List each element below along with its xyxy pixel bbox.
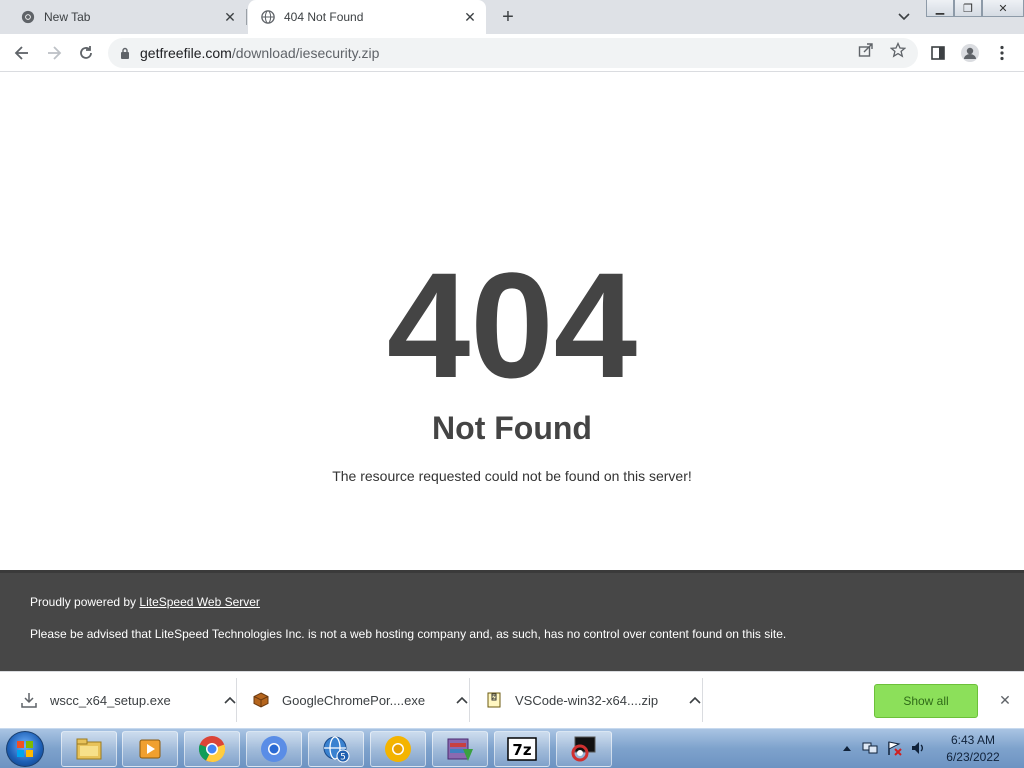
menu-kebab-icon[interactable] — [990, 41, 1014, 65]
powered-by-text: Proudly powered by — [30, 595, 140, 609]
url-text: getfreefile.com/download/iesecurity.zip — [140, 45, 379, 61]
taskbar-winrar[interactable] — [432, 731, 488, 767]
tab-divider — [246, 9, 247, 25]
chrome-icon — [198, 736, 226, 763]
profile-avatar-icon[interactable] — [958, 41, 982, 65]
download-item[interactable]: Z VSCode-win32-x64....zip — [485, 678, 705, 722]
taskbar-chrome-canary[interactable] — [370, 731, 426, 767]
download-shelf: wscc_x64_setup.exe GoogleChromePor....ex… — [0, 671, 1024, 728]
url-path: /download/iesecurity.zip — [231, 45, 380, 61]
error-code: 404 — [386, 241, 638, 409]
clock-time: 6:43 AM — [950, 733, 996, 747]
taskbar-media-player[interactable] — [122, 731, 178, 767]
download-item[interactable]: wscc_x64_setup.exe — [20, 678, 240, 722]
shelf-divider — [702, 678, 703, 722]
archive-icon: Z — [485, 691, 503, 709]
error-description: The resource requested could not be foun… — [332, 468, 692, 484]
taskbar-remote-desktop[interactable] — [556, 731, 612, 767]
tab-title: 404 Not Found — [284, 10, 364, 24]
url-host: getfreefile.com — [140, 45, 232, 61]
browser-toolbar: getfreefile.com/download/iesecurity.zip — [0, 34, 1024, 72]
error-title: Not Found — [432, 410, 592, 446]
close-icon[interactable]: ✕ — [220, 7, 240, 27]
download-icon — [20, 691, 38, 709]
taskbar-file-explorer[interactable] — [61, 731, 117, 767]
clock-date: 6/23/2022 — [946, 750, 1000, 764]
litespeed-link[interactable]: LiteSpeed Web Server — [139, 595, 260, 609]
taskbar-network-tool[interactable]: 5 — [308, 731, 364, 767]
close-icon[interactable]: ✕ — [996, 688, 1014, 712]
site-footer: Proudly powered by LiteSpeed Web Server … — [0, 570, 1024, 671]
tab-404-not-found[interactable]: 404 Not Found ✕ — [248, 0, 486, 34]
tab-title: New Tab — [44, 10, 91, 24]
shelf-divider — [236, 678, 237, 722]
windows-taskbar: 5 7z 6:43 AM 6/23/2022 — [0, 728, 1024, 768]
side-panel-icon[interactable] — [926, 41, 950, 65]
bookmark-star-icon[interactable] — [889, 41, 907, 59]
back-button[interactable] — [10, 41, 34, 65]
chromium-icon — [261, 736, 287, 762]
restore-button[interactable]: ❐ — [954, 0, 982, 17]
reload-button[interactable] — [74, 41, 98, 65]
taskbar-chrome[interactable] — [184, 731, 240, 767]
window-close-button[interactable]: ✕ — [982, 0, 1024, 17]
network-status-icon[interactable] — [862, 740, 878, 759]
package-icon — [252, 691, 270, 709]
volume-icon[interactable] — [910, 740, 926, 759]
remote-desktop-icon — [571, 736, 596, 762]
7zip-icon: 7z — [507, 737, 537, 761]
svg-text:Z: Z — [492, 695, 496, 701]
shelf-divider — [469, 678, 470, 722]
download-filename: wscc_x64_setup.exe — [50, 692, 171, 708]
address-bar[interactable]: getfreefile.com/download/iesecurity.zip — [108, 38, 918, 68]
chevron-down-icon[interactable] — [894, 7, 914, 27]
powered-by-line: Proudly powered by LiteSpeed Web Server — [30, 595, 260, 609]
minimize-button[interactable]: ▁ — [926, 0, 954, 17]
tab-new-tab[interactable]: New Tab ✕ — [8, 0, 246, 34]
download-filename: VSCode-win32-x64....zip — [515, 692, 659, 708]
download-filename: GoogleChromePor....exe — [282, 692, 426, 708]
chrome-canary-icon — [385, 736, 411, 762]
system-tray — [842, 729, 926, 768]
tab-strip: New Tab ✕ 404 Not Found ✕ + ▁ ❐ ✕ — [0, 0, 1024, 34]
network-globe-icon: 5 — [323, 736, 350, 763]
svg-text:5: 5 — [340, 753, 346, 763]
action-center-flag-icon[interactable] — [886, 740, 902, 759]
show-all-button[interactable]: Show all — [874, 684, 978, 718]
taskbar-chromium[interactable] — [246, 731, 302, 767]
share-icon[interactable] — [857, 41, 875, 59]
system-clock[interactable]: 6:43 AM 6/23/2022 — [938, 732, 1008, 766]
download-item[interactable]: GoogleChromePor....exe — [252, 678, 472, 722]
window-controls: ▁ ❐ ✕ — [926, 0, 1024, 18]
lock-icon[interactable] — [120, 47, 130, 59]
windows-logo-icon — [17, 741, 33, 757]
new-tab-button[interactable]: + — [496, 5, 520, 29]
media-player-icon — [139, 739, 161, 759]
globe-icon — [260, 9, 276, 25]
show-hidden-icons-icon[interactable] — [842, 743, 852, 755]
file-explorer-icon — [76, 738, 102, 760]
chrome-logo-icon — [20, 9, 36, 25]
chevron-up-icon[interactable] — [220, 696, 240, 704]
winrar-icon — [447, 738, 473, 761]
page-content: 404 Not Found The resource requested cou… — [0, 72, 1024, 570]
forward-button[interactable] — [42, 41, 66, 65]
start-button[interactable] — [6, 731, 44, 767]
taskbar-7zip[interactable]: 7z — [494, 731, 550, 767]
footer-notice: Please be advised that LiteSpeed Technol… — [30, 627, 787, 641]
close-icon[interactable]: ✕ — [460, 7, 480, 27]
svg-text:7z: 7z — [512, 741, 531, 759]
